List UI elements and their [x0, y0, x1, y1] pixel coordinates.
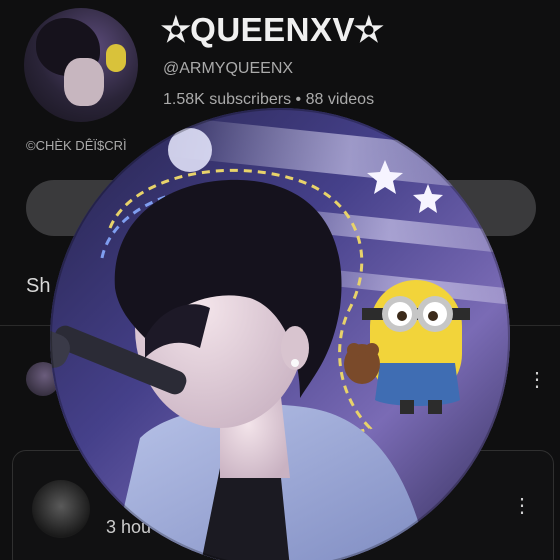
profile-picture-preview — [50, 108, 510, 560]
avatar-minion — [106, 44, 126, 72]
channel-page: ✫QUEENXV✫ @ARMYQUEENX 1.58K subscribers … — [0, 0, 560, 560]
subscriber-count: 1.58K subscribers — [163, 91, 292, 108]
channel-stats: 1.58K subscribers • 88 videos — [163, 91, 374, 109]
avatar-face — [64, 58, 104, 106]
channel-description[interactable]: ©CHÈK DÊÏ$CRÌ — [26, 138, 127, 153]
channel-handle: @ARMYQUEENX — [163, 60, 294, 77]
stats-separator: • — [295, 91, 302, 108]
video-count: 88 videos — [305, 91, 375, 108]
profile-picture-image — [50, 108, 510, 560]
channel-name: ✫QUEENXV✫ — [162, 11, 384, 48]
tab-shorts[interactable]: Sh — [26, 275, 50, 298]
card-avatar[interactable] — [32, 480, 90, 538]
more-vert-icon[interactable]: ⋮ — [512, 492, 532, 520]
channel-avatar[interactable] — [24, 8, 138, 122]
more-vert-icon[interactable]: ⋮ — [527, 366, 547, 394]
